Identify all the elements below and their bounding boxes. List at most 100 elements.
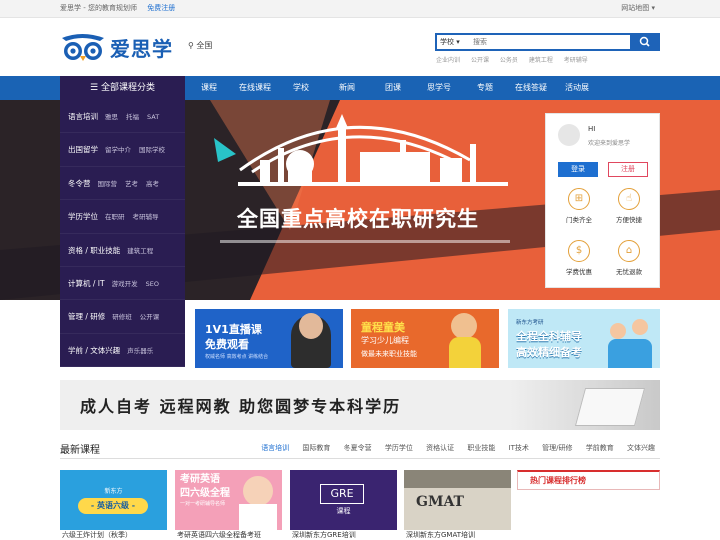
subcategory-link[interactable]: SEO — [146, 280, 159, 288]
subcategory-link[interactable]: 国际学校 — [139, 146, 165, 154]
course-tab[interactable]: 学前教育 — [586, 444, 614, 452]
promo-banner-live[interactable]: 1V1直播课 免费观看 权威名师 高效考点 讲练结合 — [195, 309, 343, 368]
nav-item[interactable]: 在线课程 — [232, 76, 278, 100]
subcategory-link[interactable]: SAT — [147, 113, 159, 121]
promo-banner-kaoyan[interactable]: 新东方考研 全程全科辅导 高效精细备考 — [508, 309, 660, 368]
feature-item: $ 学费优惠 — [554, 240, 604, 276]
subcategory-link[interactable]: 高考 — [146, 180, 159, 188]
course-tab[interactable]: 职业技能 — [467, 444, 495, 452]
subcategory-link[interactable]: 公开课 — [140, 313, 160, 321]
free-register-link[interactable]: 免费注册 — [147, 4, 175, 12]
nav-item[interactable]: 团课 — [370, 76, 416, 100]
search-scope-select[interactable]: 学校 ▾ — [440, 35, 472, 49]
city-label: 全国 — [196, 41, 213, 50]
location-pin-icon: ⚲ — [188, 41, 194, 50]
category-label: 语言培训 — [68, 112, 98, 121]
city-selector[interactable]: ⚲ 全国 — [188, 40, 212, 51]
course-tab[interactable]: 国际教育 — [302, 444, 330, 452]
hot-keyword[interactable]: 公务员 — [500, 57, 518, 64]
card-label: GMAT — [416, 494, 464, 510]
top-bar: 爱思学 - 您的教育规划师 免费注册 网站地图 ▾ — [0, 0, 720, 18]
sitemap-link[interactable]: 网站地图 ▾ — [621, 0, 655, 17]
subcategory-link[interactable]: 留学中介 — [105, 146, 131, 154]
promo-subtitle: 做最未来职业技能 — [361, 350, 417, 358]
course-caption[interactable]: 深圳新东方GMAT培训 — [406, 530, 475, 540]
category-label: 出国留学 — [68, 145, 98, 155]
sidebar-category[interactable]: 计算机 / IT 游戏开发 SEO — [60, 267, 185, 301]
education-ad-banner[interactable]: 成人自考 远程网教 助您圆梦专本科学历 — [60, 380, 660, 430]
search-button[interactable] — [630, 33, 660, 51]
main-nav: ☰ 全部课程分类 课程 在线课程 学校 新闻 团课 思学号 专题 在线答疑 活动… — [0, 76, 720, 100]
course-card[interactable]: GRE 课程 — [290, 470, 397, 530]
hot-keyword[interactable]: 企业内训 — [436, 57, 460, 64]
course-tab[interactable]: 冬夏令营 — [344, 444, 372, 452]
ad-slogan: 成人自考 远程网教 助您圆梦专本科学历 — [80, 397, 402, 416]
menu-icon: ☰ — [90, 83, 99, 93]
banner-headline: 全国重点高校在职研究生 — [237, 207, 479, 231]
register-button[interactable]: 注册 — [608, 162, 648, 177]
all-categories-label: 全部课程分类 — [100, 83, 155, 93]
course-caption[interactable]: 深圳新东方GRE培训 — [292, 530, 356, 540]
sidebar-category[interactable]: 出国留学 留学中介 国际学校 — [60, 133, 185, 167]
course-tab[interactable]: 管理/研修 — [542, 444, 572, 452]
sidebar-category[interactable]: 冬令营 国际营 艺考 高考 — [60, 167, 185, 201]
category-label: 学历学位 — [68, 212, 98, 222]
promo-brand: 新东方考研 — [516, 320, 544, 326]
nav-item[interactable]: 新闻 — [324, 76, 370, 100]
feature-item: ⊞ 门类齐全 — [554, 188, 604, 224]
feature-label: 方便快捷 — [616, 216, 642, 224]
course-tab[interactable]: IT技术 — [509, 444, 529, 452]
subcategory-link[interactable]: 在职研 — [105, 213, 125, 221]
course-caption[interactable]: 考研英语四六级全程备考班 — [177, 530, 261, 540]
course-tab[interactable]: 学历学位 — [385, 444, 413, 452]
subcategory-link[interactable]: 游戏开发 — [112, 280, 138, 288]
nav-item[interactable]: 思学号 — [416, 76, 462, 100]
login-button[interactable]: 登录 — [558, 162, 598, 177]
course-card[interactable]: 考研英语 四六级全程 一对一考研辅导名师 — [175, 470, 282, 530]
sidebar-category[interactable]: 学前 / 文体兴趣 声乐器乐 — [60, 334, 185, 368]
subcategory-link[interactable]: 考研辅导 — [133, 213, 159, 221]
nav-item[interactable]: 学校 — [278, 76, 324, 100]
sidebar-category[interactable]: 学历学位 在职研 考研辅导 — [60, 200, 185, 234]
hot-keyword[interactable]: 考研辅导 — [564, 57, 588, 64]
promo-banner-coding[interactable]: 童程童美 学习少儿编程 做最未来职业技能 — [351, 309, 499, 368]
money-icon: $ — [568, 240, 590, 262]
logo-text[interactable]: 爱思学 — [110, 33, 173, 62]
sidebar-category[interactable]: 资格 / 职业技能 建筑工程 — [60, 234, 185, 267]
subcategory-link[interactable]: 建筑工程 — [127, 247, 153, 255]
search-input[interactable] — [473, 36, 623, 48]
card-label: GRE — [320, 484, 364, 504]
course-tab[interactable]: 资格认证 — [426, 444, 454, 452]
greeting: HI — [588, 125, 596, 133]
search-box: 学校 ▾ — [435, 33, 660, 51]
subcategory-link[interactable]: 国际营 — [98, 180, 118, 188]
user-panel: HI 欢迎来到爱思学 登录 注册 ⊞ 门类齐全 ☝ 方便快捷 $ 学费优惠 ⌂ … — [545, 113, 660, 288]
all-categories-button[interactable]: ☰ 全部课程分类 — [60, 76, 185, 100]
course-tab[interactable]: 文体兴趣 — [627, 444, 655, 452]
course-card[interactable]: GMAT — [404, 470, 511, 530]
nav-item[interactable]: 活动展 — [554, 76, 600, 100]
cartoon-figure — [632, 319, 648, 335]
hot-keyword[interactable]: 公开课 — [471, 57, 489, 64]
feature-label: 门类齐全 — [566, 216, 592, 224]
nav-item[interactable]: 在线答疑 — [508, 76, 554, 100]
sidebar-category[interactable]: 语言培训 雅思 托福 SAT — [60, 100, 185, 134]
course-tab[interactable]: 语言培训 — [261, 444, 289, 452]
subcategory-link[interactable]: 艺考 — [125, 180, 138, 188]
hot-keyword[interactable]: 建筑工程 — [529, 57, 553, 64]
card-title: 考研英语 — [180, 474, 220, 485]
feature-label: 无忧退款 — [616, 268, 642, 276]
promo-title: 学习少儿编程 — [361, 336, 409, 345]
basket-icon: ⌂ — [618, 240, 640, 262]
nav-item[interactable]: 课程 — [186, 76, 232, 100]
course-card[interactable]: 新东方 - 英语六级 - — [60, 470, 167, 530]
sidebar-category[interactable]: 管理 / 研修 研修班 公开课 — [60, 300, 185, 334]
feature-item: ☝ 方便快捷 — [604, 188, 654, 224]
nav-item[interactable]: 专题 — [462, 76, 508, 100]
course-caption[interactable]: 六级王炸计划（秋季） — [62, 530, 132, 540]
subcategory-link[interactable]: 托福 — [126, 113, 139, 121]
subcategory-link[interactable]: 雅思 — [105, 113, 118, 121]
subcategory-link[interactable]: 声乐器乐 — [127, 347, 153, 355]
hot-keywords: 企业内训 公开课 公务员 建筑工程 考研辅导 — [436, 55, 597, 64]
subcategory-link[interactable]: 研修班 — [112, 313, 132, 321]
